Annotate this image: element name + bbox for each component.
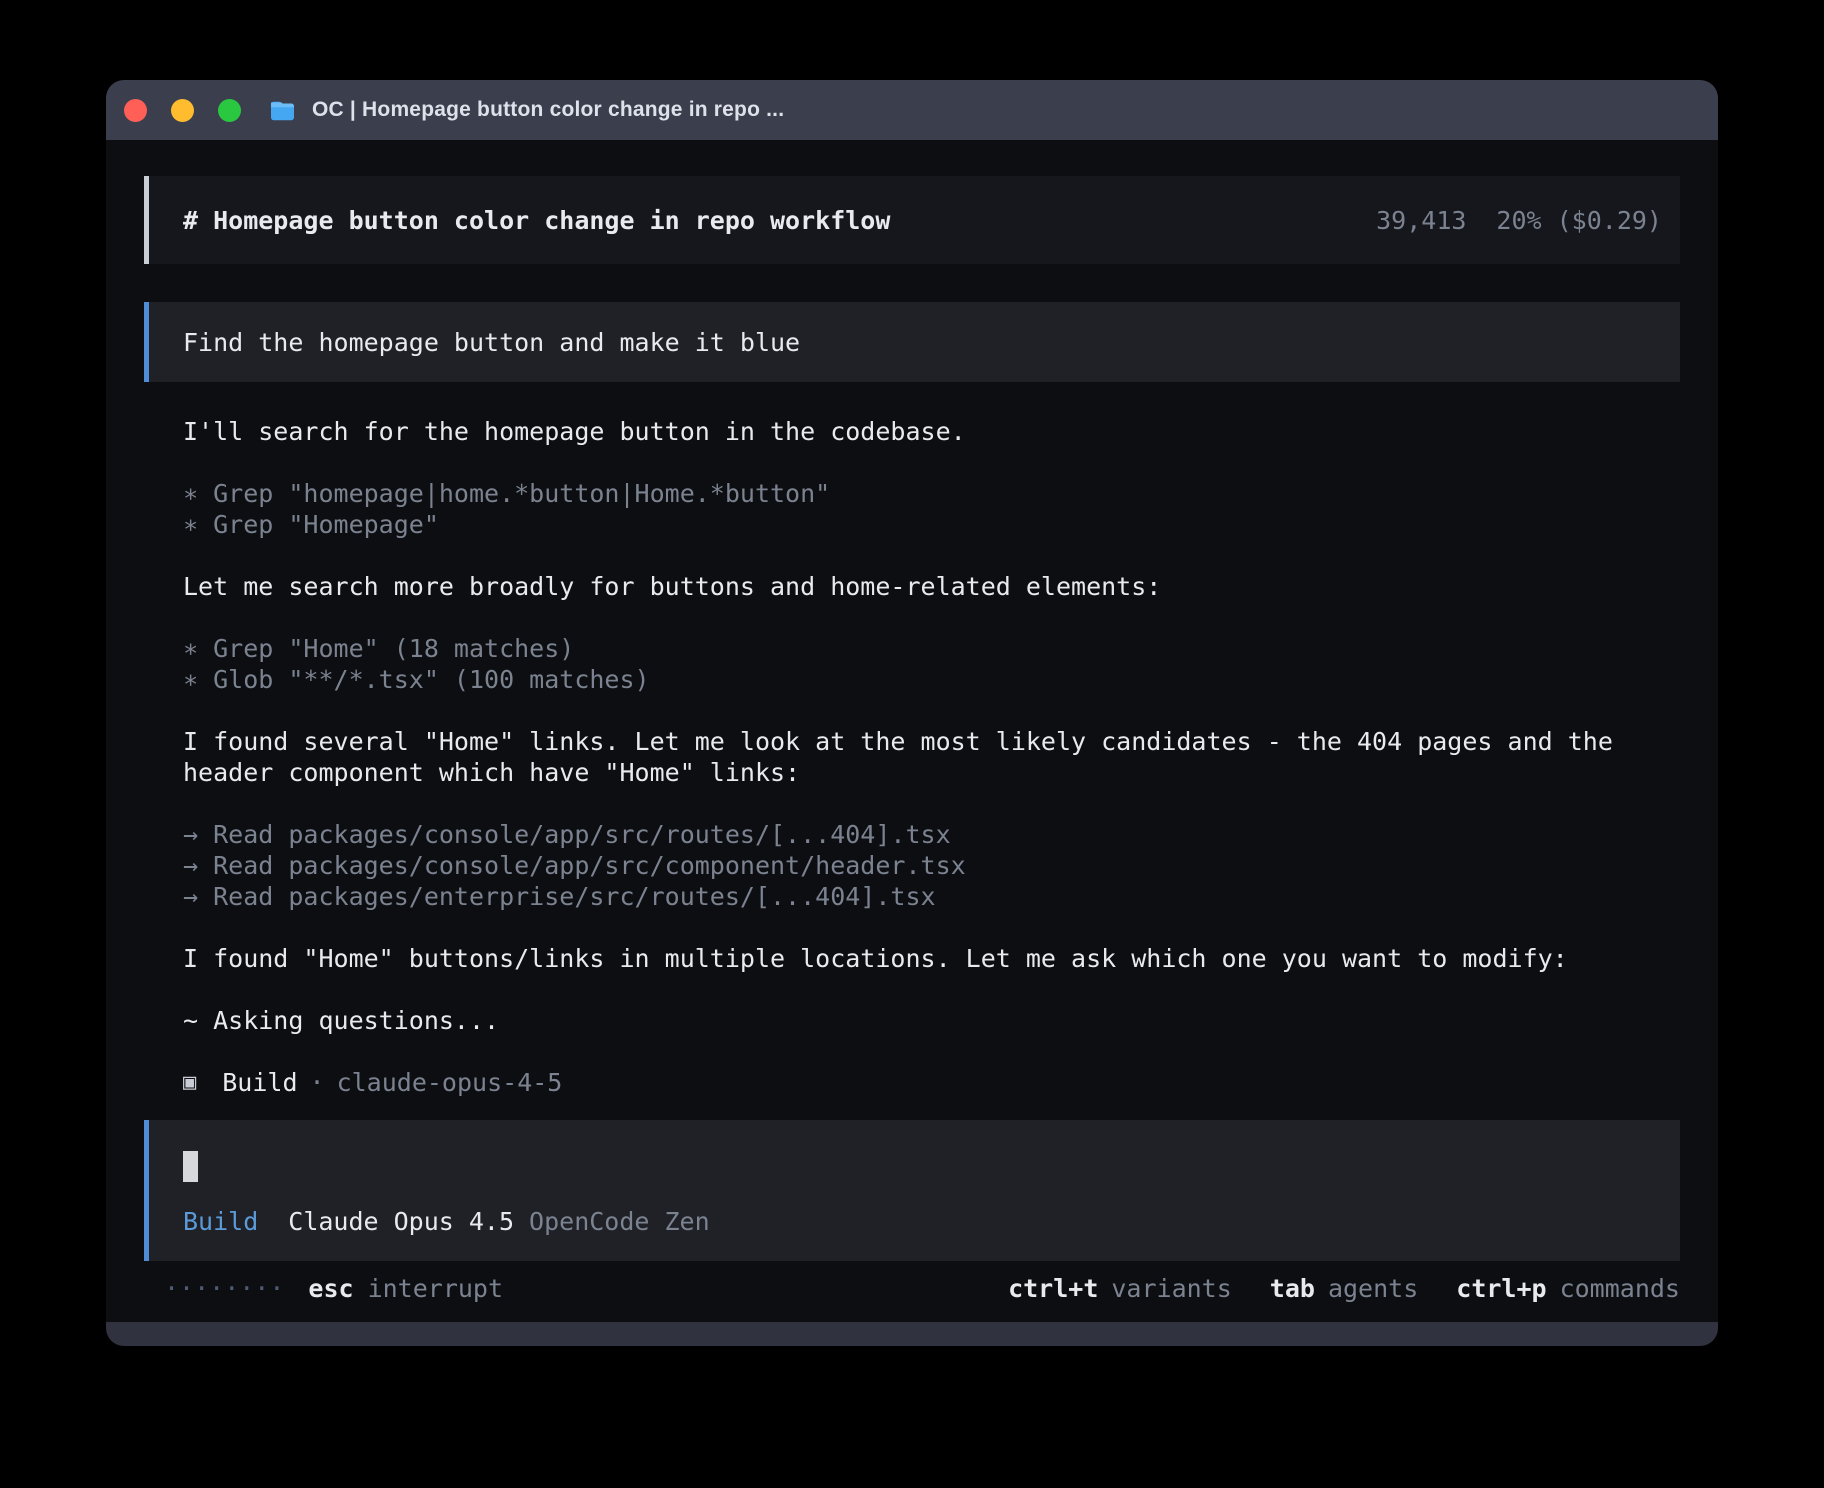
window-titlebar[interactable]: OC | Homepage button color change in rep…	[106, 80, 1718, 140]
prompt-input[interactable]: Build Claude Opus 4.5 OpenCode Zen	[144, 1120, 1680, 1261]
context-usage: 20% ($0.29)	[1496, 206, 1662, 235]
shortcut-commands: ctrl+p commands	[1456, 1273, 1680, 1304]
token-count: 39,413	[1376, 206, 1466, 235]
shortcut-key[interactable]: tab	[1270, 1274, 1315, 1303]
terminal-content: # Homepage button color change in repo w…	[106, 140, 1718, 1322]
agent-name: Build	[222, 1067, 297, 1098]
tool-call-line: → Read packages/enterprise/src/routes/[.…	[183, 881, 1680, 912]
provider-label: OpenCode Zen	[529, 1206, 710, 1237]
titlebar-title-group: OC | Homepage button color change in rep…	[269, 98, 784, 122]
user-message: Find the homepage button and make it blu…	[144, 302, 1680, 382]
shortcut-label: variants	[1111, 1274, 1231, 1303]
esc-label: interrupt	[368, 1273, 503, 1304]
session-stats: 39,413 20% ($0.29)	[1376, 206, 1662, 235]
close-button[interactable]	[124, 99, 147, 122]
shortcut-label: commands	[1560, 1274, 1680, 1303]
status-bar: ········ esc interrupt ctrl+t variants tab…	[144, 1273, 1680, 1304]
assistant-text-line: Let me search more broadly for buttons a…	[183, 571, 1680, 602]
assistant-text-line: ~ Asking questions...	[183, 1005, 1680, 1036]
traffic-lights	[106, 99, 241, 122]
tool-call-line: ∗ Grep "Home" (18 matches)	[183, 633, 1680, 664]
agent-status-line: ▣ Build · claude-opus-4-5	[183, 1067, 1680, 1098]
shortcut-label: agents	[1328, 1274, 1418, 1303]
model-label[interactable]: Claude Opus 4.5	[288, 1206, 514, 1237]
tool-call-line: ∗ Glob "**/*.tsx" (100 matches)	[183, 664, 1680, 695]
assistant-text-group: Let me search more broadly for buttons a…	[183, 571, 1680, 602]
tool-call-line: → Read packages/console/app/src/routes/[…	[183, 819, 1680, 850]
window-title: OC | Homepage button color change in rep…	[312, 98, 784, 122]
input-status-row: Build Claude Opus 4.5 OpenCode Zen	[183, 1206, 1646, 1237]
agent-icon: ▣	[183, 1067, 196, 1098]
agent-mode-label[interactable]: Build	[183, 1206, 258, 1237]
shortcut-variants: ctrl+t variants	[1008, 1273, 1232, 1304]
shortcut-agents: tab agents	[1270, 1273, 1418, 1304]
zoom-button[interactable]	[218, 99, 241, 122]
tool-call-line: ∗ Grep "Homepage"	[183, 509, 1680, 540]
agent-model: claude-opus-4-5	[337, 1067, 563, 1098]
tool-call-line: → Read packages/console/app/src/componen…	[183, 850, 1680, 881]
text-cursor	[183, 1151, 198, 1182]
session-title: # Homepage button color change in repo w…	[183, 206, 890, 235]
tool-call-line: ∗ Grep "homepage|home.*button|Home.*butt…	[183, 478, 1680, 509]
status-bar-shortcuts: ctrl+t variants tab agents ctrl+p commands	[970, 1273, 1680, 1304]
assistant-text-group: I'll search for the homepage button in t…	[183, 416, 1680, 447]
assistant-text-group: I found "Home" buttons/links in multiple…	[183, 943, 1680, 974]
tool-call-group: ∗ Grep "homepage|home.*button|Home.*butt…	[183, 478, 1680, 540]
window-bottom-edge	[106, 1322, 1718, 1346]
transcript: I'll search for the homepage button in t…	[183, 416, 1680, 1067]
assistant-text-line: I found several "Home" links. Let me loo…	[183, 726, 1680, 788]
minimize-button[interactable]	[171, 99, 194, 122]
activity-dots: ········	[164, 1273, 284, 1304]
user-message-text: Find the homepage button and make it blu…	[183, 328, 800, 357]
esc-key[interactable]: esc	[308, 1273, 353, 1304]
tool-call-group: → Read packages/console/app/src/routes/[…	[183, 819, 1680, 912]
assistant-text-line: I'll search for the homepage button in t…	[183, 416, 1680, 447]
terminal-window: OC | Homepage button color change in rep…	[106, 80, 1718, 1346]
shortcut-key[interactable]: ctrl+t	[1008, 1274, 1098, 1303]
assistant-text-line: I found "Home" buttons/links in multiple…	[183, 943, 1680, 974]
session-header: # Homepage button color change in repo w…	[144, 176, 1680, 264]
assistant-text-group: ~ Asking questions...	[183, 1005, 1680, 1036]
tool-call-group: ∗ Grep "Home" (18 matches)∗ Glob "**/*.t…	[183, 633, 1680, 695]
agent-separator: ·	[310, 1067, 325, 1098]
status-bar-left: ········ esc interrupt	[164, 1273, 503, 1304]
shortcut-key[interactable]: ctrl+p	[1456, 1274, 1546, 1303]
assistant-text-group: I found several "Home" links. Let me loo…	[183, 726, 1680, 788]
folder-icon	[269, 99, 296, 122]
